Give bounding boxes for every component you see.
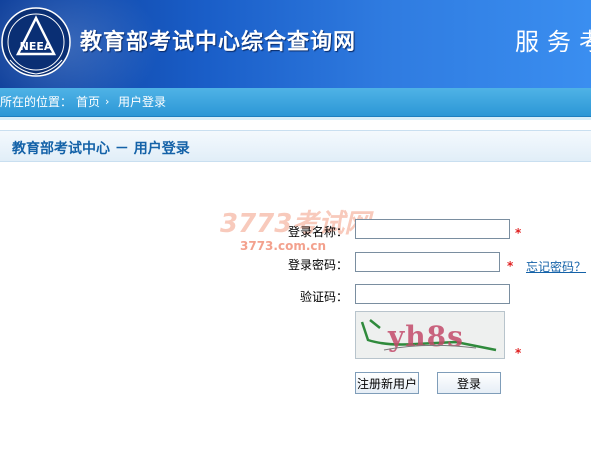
login-button[interactable]: 登录 bbox=[437, 372, 501, 394]
captcha-label: 验证码： bbox=[299, 290, 348, 304]
captcha-image[interactable]: yh8s bbox=[355, 311, 505, 359]
logo-text: NEEA bbox=[20, 40, 53, 53]
section-header: 教育部考试中心 － 用户登录 bbox=[0, 130, 591, 162]
breadcrumb-home-link[interactable]: 首页 bbox=[76, 88, 100, 116]
captcha-graphic: yh8s bbox=[356, 312, 504, 358]
breadcrumb: 所在的位置： 首页 › 用户登录 bbox=[0, 88, 591, 117]
username-label: 登录名称： bbox=[287, 225, 348, 239]
breadcrumb-separator-icon: › bbox=[105, 95, 110, 108]
captcha-required-mark: * bbox=[515, 346, 522, 360]
header-slogan: 服务考 bbox=[515, 28, 591, 56]
watermark-line2: 3773.com.cn bbox=[240, 239, 326, 253]
site-title: 教育部考试中心综合查询网 bbox=[80, 29, 357, 55]
username-input[interactable] bbox=[355, 219, 510, 239]
password-label: 登录密码： bbox=[287, 258, 348, 272]
breadcrumb-current: 用户登录 bbox=[118, 95, 167, 109]
username-required-mark: * bbox=[515, 226, 522, 240]
password-input[interactable] bbox=[355, 252, 500, 272]
forgot-password-link[interactable]: 忘记密码？ bbox=[526, 258, 586, 275]
password-required-mark: * bbox=[507, 259, 514, 273]
breadcrumb-prefix: 所在的位置： bbox=[0, 95, 73, 109]
register-button[interactable]: 注册新用户 bbox=[355, 372, 419, 394]
divider bbox=[0, 117, 591, 120]
page-title: 教育部考试中心 － 用户登录 bbox=[12, 141, 190, 157]
site-header: NEEA 教育部考试中心综合查询网 服务考 bbox=[0, 0, 591, 88]
neea-logo: NEEA bbox=[1, 7, 71, 77]
captcha-input[interactable] bbox=[355, 284, 510, 304]
